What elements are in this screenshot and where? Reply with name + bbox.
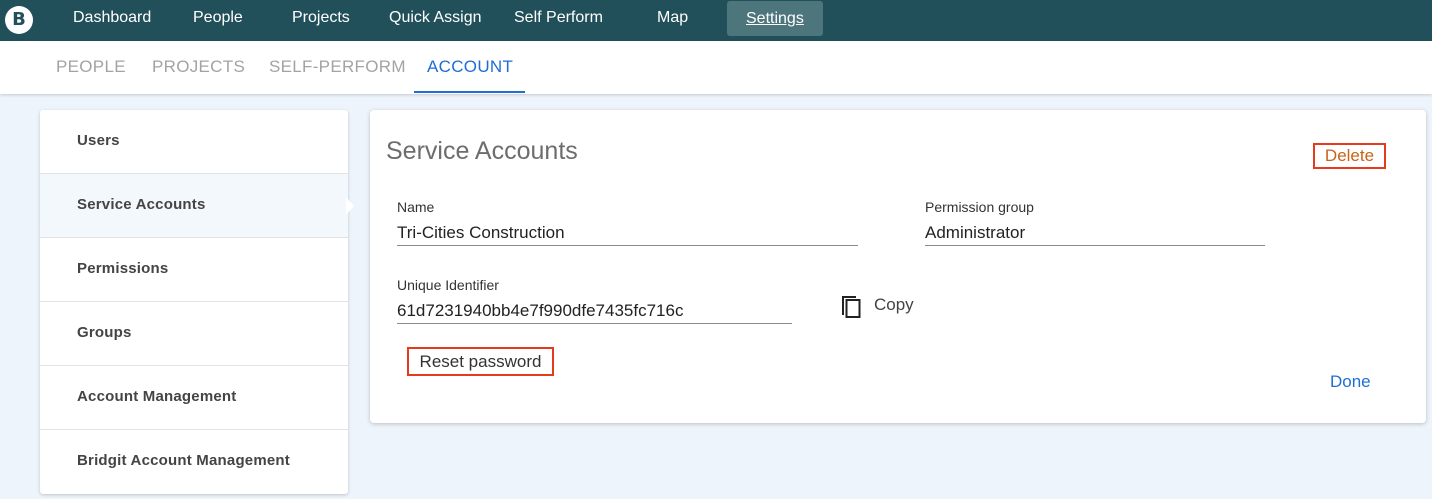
nav-self-perform[interactable]: Self Perform bbox=[514, 0, 603, 36]
tab-account[interactable]: ACCOUNT bbox=[427, 41, 513, 94]
menu-item-label: Permissions bbox=[77, 260, 169, 277]
card-title: Service Accounts bbox=[386, 137, 578, 165]
selected-pointer-arrow bbox=[346, 197, 354, 215]
menu-item-bridgit-account-management[interactable]: Bridgit Account Management bbox=[40, 430, 348, 494]
menu-item-permissions[interactable]: Permissions bbox=[40, 238, 348, 302]
settings-subtabs: PEOPLE PROJECTS SELF-PERFORM ACCOUNT bbox=[0, 41, 1432, 94]
nav-map[interactable]: Map bbox=[657, 0, 688, 36]
delete-button[interactable]: Delete bbox=[1313, 143, 1386, 169]
permission-group-field[interactable] bbox=[925, 220, 1265, 246]
active-tab-indicator bbox=[414, 91, 525, 93]
reset-password-button[interactable]: Reset password bbox=[407, 347, 554, 376]
account-settings-menu: Users Service Accounts Permissions Group… bbox=[40, 110, 348, 494]
menu-item-label: Groups bbox=[77, 324, 132, 341]
logo-letter: B bbox=[12, 9, 26, 30]
nav-settings[interactable]: Settings bbox=[727, 1, 823, 36]
tab-people[interactable]: PEOPLE bbox=[56, 41, 126, 94]
nav-people[interactable]: People bbox=[193, 0, 243, 36]
copy-icon bbox=[842, 296, 861, 318]
permission-group-label: Permission group bbox=[925, 199, 1034, 215]
menu-item-users[interactable]: Users bbox=[40, 110, 348, 174]
menu-item-label: Account Management bbox=[77, 388, 237, 405]
top-nav-bar: B Dashboard People Projects Quick Assign… bbox=[0, 0, 1432, 41]
done-button[interactable]: Done bbox=[1330, 372, 1371, 392]
menu-item-label: Users bbox=[77, 132, 120, 149]
menu-item-groups[interactable]: Groups bbox=[40, 302, 348, 366]
nav-quick-assign[interactable]: Quick Assign bbox=[389, 0, 481, 36]
service-account-card: Service Accounts Delete Name Permission … bbox=[370, 110, 1426, 423]
unique-identifier-label: Unique Identifier bbox=[397, 277, 499, 293]
menu-item-label: Bridgit Account Management bbox=[77, 452, 290, 469]
nav-projects[interactable]: Projects bbox=[292, 0, 350, 36]
menu-item-account-management[interactable]: Account Management bbox=[40, 366, 348, 430]
name-field[interactable] bbox=[397, 220, 858, 246]
bridgit-logo[interactable]: B bbox=[5, 6, 33, 34]
copy-label: Copy bbox=[874, 295, 914, 314]
menu-item-service-accounts[interactable]: Service Accounts bbox=[40, 174, 348, 238]
name-label: Name bbox=[397, 199, 435, 215]
unique-identifier-field[interactable] bbox=[397, 298, 792, 324]
tab-projects[interactable]: PROJECTS bbox=[152, 41, 245, 94]
menu-item-label: Service Accounts bbox=[77, 196, 206, 213]
nav-dashboard[interactable]: Dashboard bbox=[73, 0, 151, 36]
tab-self-perform[interactable]: SELF-PERFORM bbox=[269, 41, 406, 94]
